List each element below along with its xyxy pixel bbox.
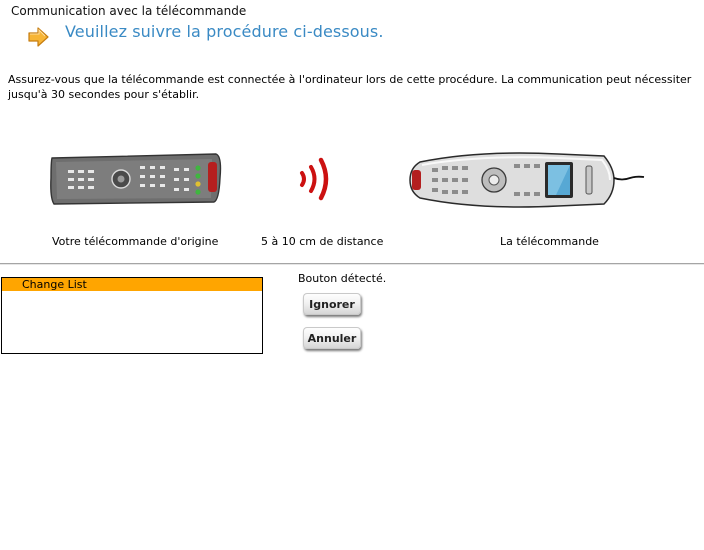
cancel-button[interactable]: Annuler <box>303 327 361 349</box>
change-list-box[interactable]: Change List <box>1 277 263 354</box>
harmony-remote-illustration <box>409 152 645 208</box>
distance-caption: 5 à 10 cm de distance <box>261 235 384 248</box>
original-remote-caption: Votre télécommande d'origine <box>52 235 219 248</box>
change-list-item[interactable]: Change List <box>2 278 262 291</box>
window-title: Communication avec la télécommande <box>11 4 247 18</box>
harmony-remote-caption: La télécommande <box>500 235 599 248</box>
ir-signal-icon <box>300 157 329 201</box>
ignore-button[interactable]: Ignorer <box>303 293 361 315</box>
section-divider <box>0 263 704 265</box>
status-text: Bouton détecté. <box>298 272 387 285</box>
arrow-right-icon <box>28 27 49 47</box>
page-heading: Veuillez suivre la procédure ci-dessous. <box>65 22 384 41</box>
instructions-text: Assurez-vous que la télécommande est con… <box>8 73 692 101</box>
original-remote-illustration <box>50 153 222 205</box>
